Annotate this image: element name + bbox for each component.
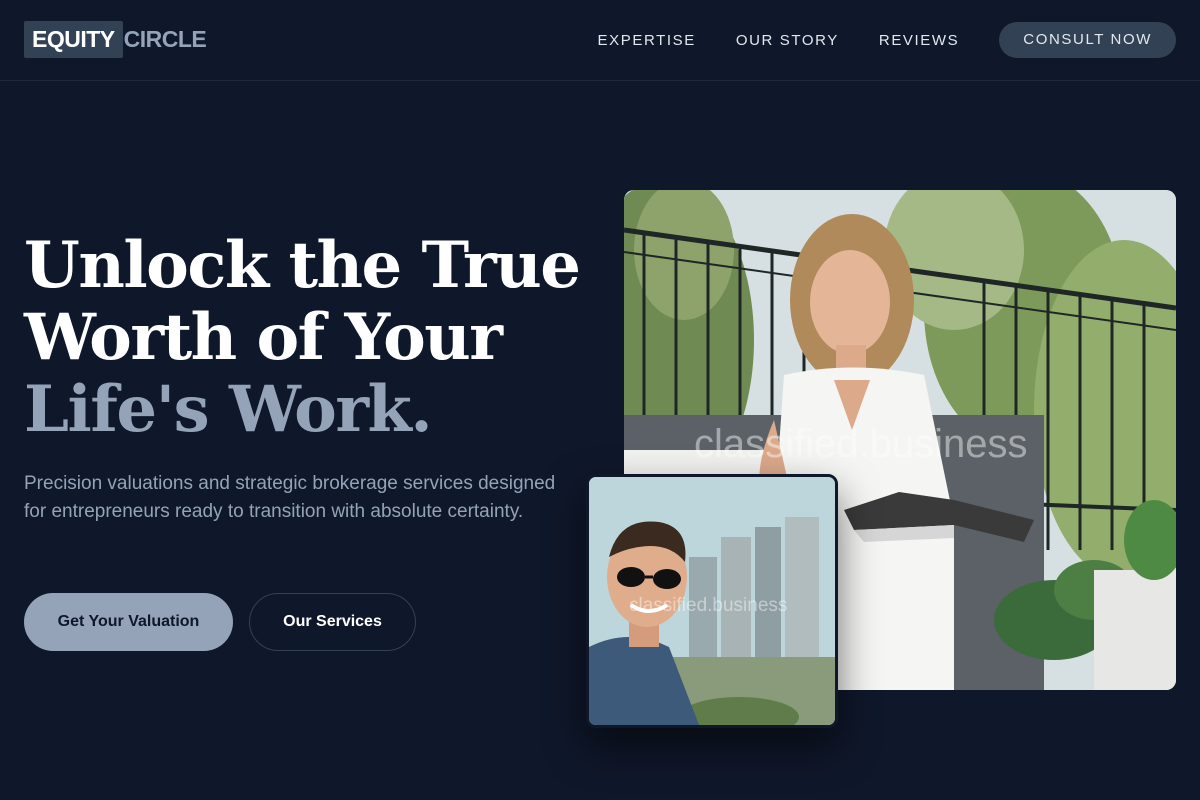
headline-line-2: Worth of Your [24, 300, 503, 375]
logo-circle: CIRCLE [123, 26, 207, 52]
nav-link-expertise[interactable]: EXPERTISE [598, 32, 696, 49]
our-services-button[interactable]: Our Services [249, 593, 416, 651]
site-header: EQUITY CIRCLE EXPERTISE OUR STORY REVIEW… [0, 0, 1200, 81]
hero-subtext: Precision valuations and strategic broke… [24, 473, 556, 522]
hero-photo-man: classified.business [586, 474, 838, 728]
small-photo-watermark: classified.business [629, 595, 788, 616]
nav-link-our-story[interactable]: OUR STORY [736, 32, 839, 49]
hero-headline: Unlock the True Worth of Your Life's Wor… [24, 230, 604, 446]
main-nav: EXPERTISE OUR STORY REVIEWS CONSULT NOW [598, 22, 1176, 58]
landing-page: EQUITY CIRCLE EXPERTISE OUR STORY REVIEW… [0, 0, 1200, 800]
nav-link-reviews[interactable]: REVIEWS [879, 32, 959, 49]
main-photo-watermark: classified.business [694, 422, 1028, 466]
headline-line-1: Unlock the True [24, 228, 581, 303]
get-valuation-button[interactable]: Get Your Valuation [24, 593, 233, 651]
consult-now-button[interactable]: CONSULT NOW [999, 22, 1176, 58]
logo-equity: EQUITY [24, 21, 123, 58]
logo[interactable]: EQUITY CIRCLE [24, 21, 207, 58]
headline-line-3: Life's Work. [24, 372, 433, 447]
